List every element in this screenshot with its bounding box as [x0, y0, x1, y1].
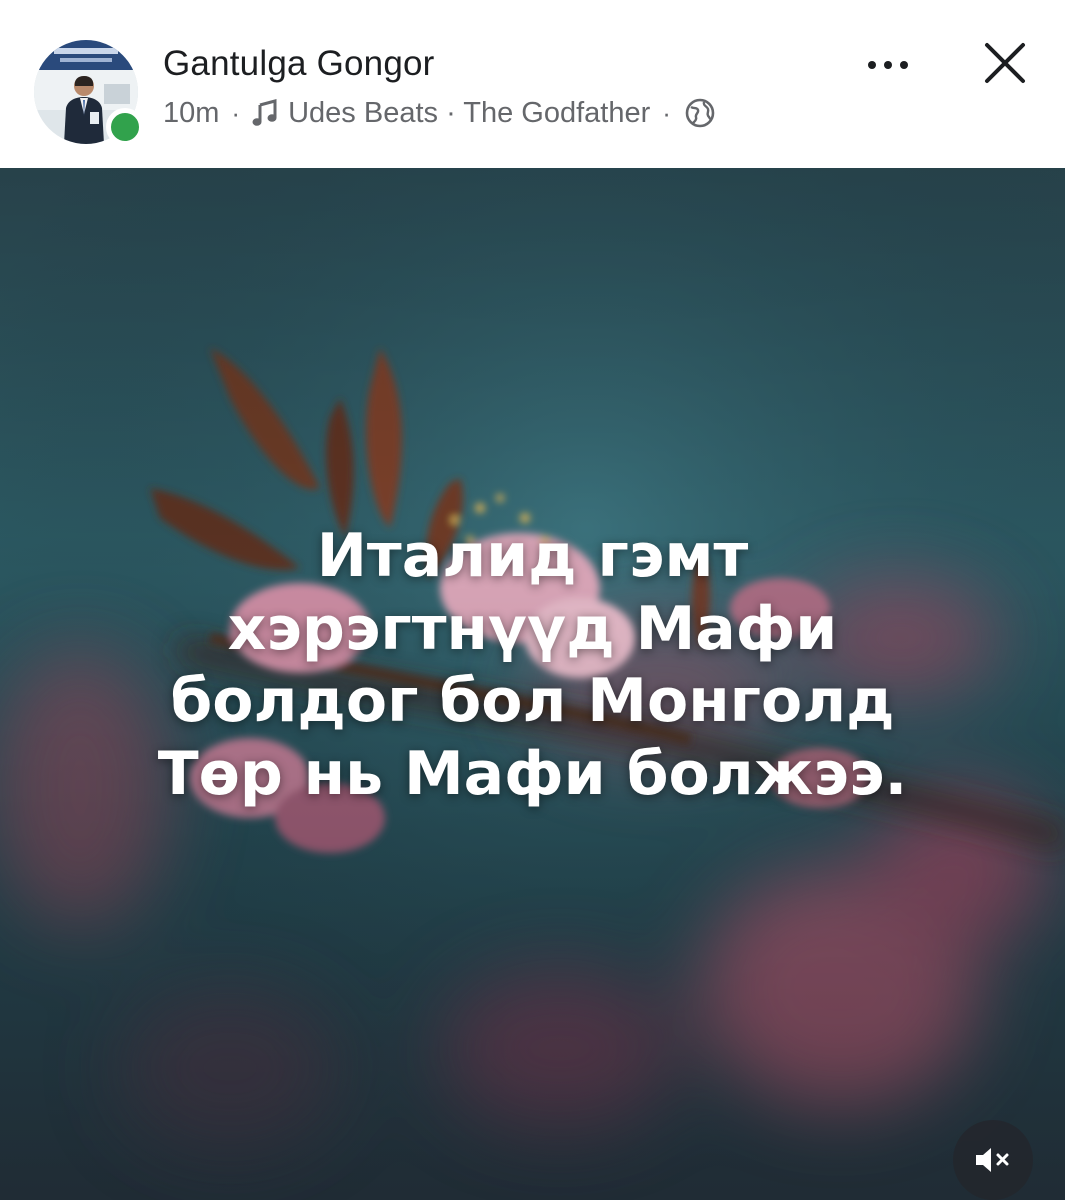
story-post: Gantulga Gongor 10m · Udes Beats · The G…	[0, 0, 1065, 1200]
caption-line-1: Италид гэмт	[316, 521, 749, 591]
meta-separator: ·	[231, 97, 241, 128]
post-meta: 10m · Udes Beats · The Godfather ·	[163, 95, 715, 131]
overlay-caption: Италид гэмт хэрэгтнүүд Мафи болдог бол М…	[0, 520, 1065, 810]
speaker-muted-icon	[976, 1148, 1009, 1172]
caption-line-2: хэрэгтнүүд Мафи	[227, 593, 838, 664]
caption-line-4: Төр нь Мафи болжээ.	[157, 738, 908, 809]
more-options-button[interactable]	[858, 40, 918, 90]
more-options-icon	[868, 61, 908, 69]
close-button[interactable]	[976, 34, 1034, 92]
song-link[interactable]: Udes Beats · The Godfather	[288, 97, 650, 130]
music-note-icon	[252, 99, 277, 126]
mute-toggle-button[interactable]	[953, 1120, 1033, 1200]
post-time[interactable]: 10m	[163, 97, 219, 130]
author-name[interactable]: Gantulga Gongor	[163, 44, 435, 84]
post-media[interactable]: Италид гэмт хэрэгтнүүд Мафи болдог бол М…	[0, 168, 1065, 1200]
globe-icon[interactable]	[685, 98, 715, 128]
post-header: Gantulga Gongor 10m · Udes Beats · The G…	[0, 0, 1065, 168]
online-status-indicator	[106, 108, 144, 146]
close-icon	[985, 43, 1025, 83]
caption-line-3: болдог бол Монголд	[170, 666, 895, 737]
meta-separator: ·	[662, 97, 671, 128]
